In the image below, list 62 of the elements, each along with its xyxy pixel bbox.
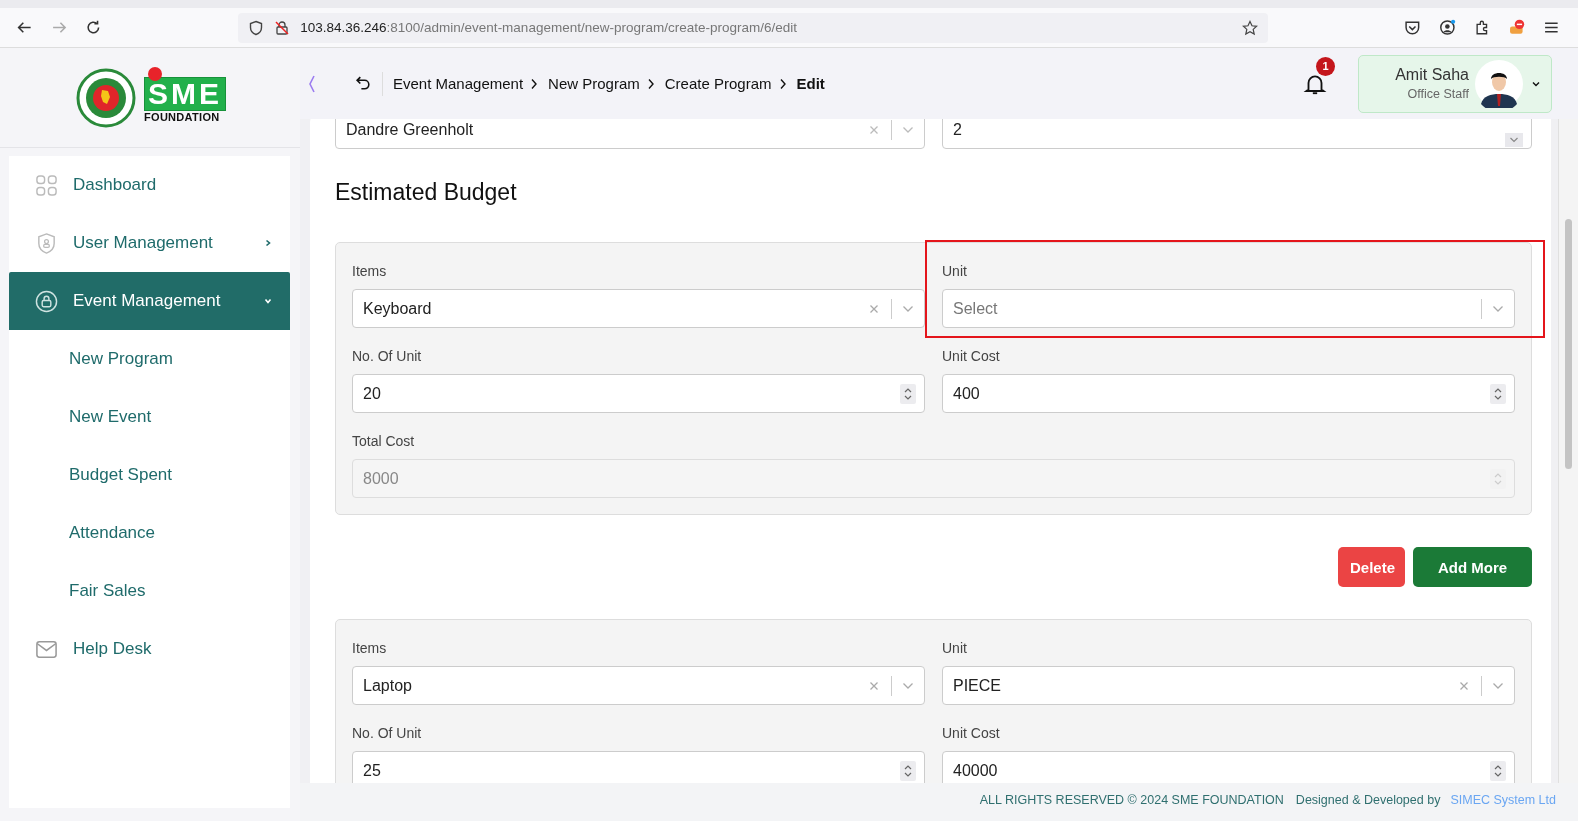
field-label: Items	[352, 640, 388, 656]
extension-icon[interactable]	[1508, 19, 1526, 36]
logo-dot-icon	[148, 66, 162, 81]
section-title: Estimated Budget	[335, 179, 518, 206]
action-button[interactable]: Add More	[1413, 547, 1532, 587]
avatar-icon	[1475, 59, 1523, 108]
breadcrumb-item: Edit	[796, 75, 825, 92]
spinner-icon[interactable]	[900, 383, 916, 404]
caret-right-icon	[264, 239, 272, 247]
number-field[interactable]: 400	[942, 374, 1515, 413]
logo-wordmark: SME	[144, 76, 226, 111]
chevron-right-icon	[646, 77, 655, 90]
spinner-icon[interactable]	[1490, 383, 1506, 404]
shield-icon	[35, 231, 58, 255]
chevron-down-icon	[1531, 79, 1541, 88]
sidebar-item[interactable]: Event Management	[9, 272, 290, 330]
breadcrumb-item[interactable]: Create Program	[664, 75, 772, 92]
field-label: No. Of Unit	[352, 348, 423, 364]
address-bar[interactable]: 103.84.36.246:8100/admin/event-management/new-program/create-program/6/edit	[238, 12, 1269, 43]
chevron-right-icon	[530, 77, 539, 90]
submenu-item[interactable]: Attendance	[9, 504, 290, 562]
shield-icon[interactable]	[248, 19, 265, 36]
field-label: No. Of Unit	[352, 725, 423, 741]
caret-down-icon	[264, 297, 272, 305]
logo-subtitle: FOUNDATION	[144, 110, 221, 123]
account-icon[interactable]	[1439, 19, 1456, 36]
copyright-text: ALL RIGHTS RESERVED © 2024 SME FOUNDATION	[979, 793, 1284, 807]
credit-text: Designed & Developed by	[1295, 793, 1441, 807]
number-field[interactable]: 40000	[942, 751, 1515, 783]
emblem-icon	[76, 67, 136, 128]
spinner-icon[interactable]	[900, 760, 916, 781]
grid-icon	[35, 173, 58, 197]
notification-badge: 1	[1316, 56, 1335, 76]
field-label: Unit	[942, 640, 968, 656]
submenu-item[interactable]: Budget Spent	[9, 446, 290, 504]
spinner-icon[interactable]	[1490, 760, 1506, 781]
number-field[interactable]: 25	[352, 751, 925, 783]
chevron-right-icon	[778, 77, 787, 90]
sidebar-item[interactable]: Help Desk	[9, 620, 290, 678]
select-field[interactable]: Select	[942, 289, 1515, 328]
insecure-lock-icon[interactable]	[274, 19, 291, 36]
field-label: Unit Cost	[942, 348, 1001, 364]
select-field[interactable]: 2	[942, 119, 1532, 149]
breadcrumb-item[interactable]: Event Management	[393, 75, 524, 92]
sidebar-item[interactable]: User Management	[9, 214, 290, 272]
field-label: Unit Cost	[942, 725, 1001, 741]
scrollbar[interactable]	[1558, 119, 1578, 783]
field-label: Items	[352, 263, 388, 279]
pocket-icon[interactable]	[1404, 19, 1422, 36]
sidebar-item[interactable]: Dashboard	[9, 156, 290, 214]
star-icon[interactable]	[1242, 19, 1259, 36]
number-field[interactable]: 20	[352, 374, 925, 413]
lock-icon	[35, 289, 58, 313]
field-label: Total Cost	[352, 433, 416, 449]
action-button[interactable]: Delete	[1338, 547, 1405, 587]
breadcrumb-item[interactable]: New Program	[548, 75, 640, 92]
undo-icon[interactable]	[355, 75, 372, 92]
submenu-item[interactable]: New Program	[9, 330, 290, 388]
user-menu[interactable]: Amit Saha Office Staff	[1358, 54, 1552, 113]
field-label: Unit	[942, 263, 968, 279]
submenu-item[interactable]: Fair Sales	[9, 562, 290, 620]
submenu-item[interactable]: New Event	[9, 388, 290, 446]
